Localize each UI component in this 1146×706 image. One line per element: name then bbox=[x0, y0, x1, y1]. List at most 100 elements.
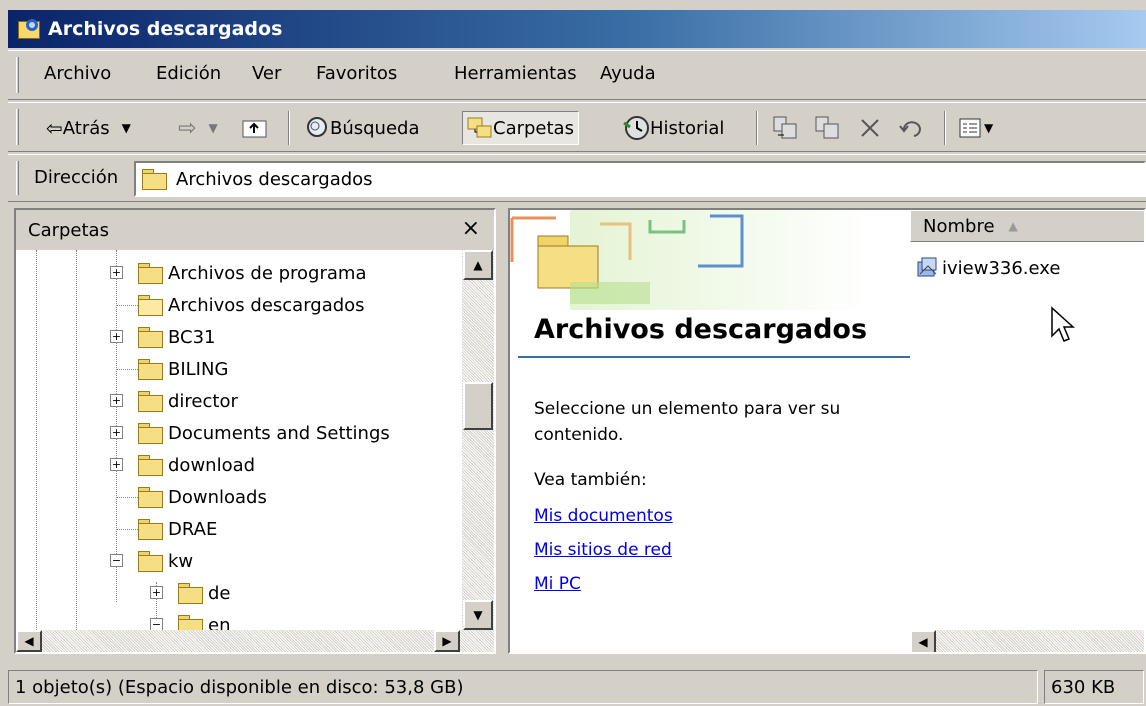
menu-ayuda[interactable]: Ayuda bbox=[600, 63, 656, 84]
tree-item[interactable]: + BC31 bbox=[108, 322, 216, 352]
up-folder-button[interactable] bbox=[242, 111, 268, 145]
forward-dropdown-icon[interactable]: ▼ bbox=[208, 121, 217, 135]
menu-grip[interactable] bbox=[16, 57, 19, 93]
expand-icon[interactable]: + bbox=[110, 458, 123, 471]
left-arrow-icon: ◀ bbox=[918, 635, 928, 649]
address-grip[interactable] bbox=[16, 161, 19, 195]
status-bar: 1 objeto(s) (Espacio disponible en disco… bbox=[8, 668, 1146, 706]
views-button[interactable]: ▼ bbox=[958, 111, 993, 145]
forward-button[interactable]: ⇨ ▼ bbox=[178, 111, 218, 145]
file-item[interactable]: iview336.exe bbox=[916, 256, 1060, 280]
tree-item[interactable]: − kw bbox=[108, 546, 193, 576]
toolbar-grip[interactable] bbox=[16, 109, 19, 145]
views-icon bbox=[959, 118, 981, 138]
tree-item[interactable]: DRAE bbox=[108, 514, 217, 544]
folder-icon bbox=[138, 263, 163, 284]
copy-to-icon bbox=[815, 116, 839, 139]
folder-icon bbox=[138, 455, 163, 476]
title-divider bbox=[518, 356, 910, 358]
file-list: Nombre ▲ iview336.exe ◀ bbox=[910, 210, 1144, 652]
history-button[interactable]: Historial bbox=[622, 111, 724, 145]
folder-icon bbox=[178, 583, 203, 604]
link-mis-sitios-de-red[interactable]: Mis sitios de red bbox=[534, 540, 672, 560]
mouse-cursor-icon bbox=[1051, 306, 1075, 342]
link-mis-documentos[interactable]: Mis documentos bbox=[534, 506, 673, 526]
tree-vertical-scrollbar[interactable]: ▲ ▼ bbox=[462, 250, 494, 630]
content-pane: Archivos descargados Seleccione un eleme… bbox=[508, 208, 1146, 654]
back-button[interactable]: ⇦ Atrás ▼ bbox=[46, 111, 131, 145]
tree-line bbox=[36, 250, 37, 630]
folder-icon bbox=[138, 391, 163, 412]
scroll-thumb[interactable] bbox=[463, 382, 493, 430]
folder-banner-graphic bbox=[510, 210, 870, 310]
up-arrow-icon: ▲ bbox=[473, 258, 483, 272]
toolbar-separator-3 bbox=[944, 111, 946, 145]
status-text: 1 objeto(s) (Espacio disponible en disco… bbox=[8, 670, 1038, 704]
scroll-down-button[interactable]: ▼ bbox=[463, 600, 493, 630]
address-input[interactable]: Archivos descargados bbox=[134, 161, 1146, 197]
link-mi-pc[interactable]: Mi PC bbox=[534, 574, 581, 594]
search-label: Búsqueda bbox=[330, 117, 420, 139]
file-list-horizontal-scrollbar[interactable]: ◀ bbox=[910, 630, 1144, 652]
column-header-nombre[interactable]: Nombre ▲ bbox=[910, 210, 1144, 242]
title-bar[interactable]: Archivos descargados bbox=[8, 10, 1146, 48]
scroll-right-button[interactable]: ▶ bbox=[434, 630, 460, 652]
folders-pane: Carpetas × + Archivos de programa Archiv… bbox=[14, 208, 496, 654]
expand-icon[interactable]: + bbox=[110, 394, 123, 407]
expand-icon[interactable]: + bbox=[110, 330, 123, 343]
folder-icon bbox=[142, 169, 167, 190]
folder-tree: + Archivos de programa Archivos descarga… bbox=[16, 250, 462, 630]
close-icon[interactable]: × bbox=[462, 216, 480, 241]
expand-icon[interactable]: + bbox=[150, 586, 163, 599]
menu-bar: Archivo Edición Ver Favoritos Herramient… bbox=[8, 50, 1146, 100]
search-icon bbox=[307, 117, 327, 137]
tree-item[interactable]: − en bbox=[148, 610, 230, 630]
tree-item[interactable]: + Archivos de programa bbox=[108, 258, 366, 288]
sort-ascending-icon: ▲ bbox=[1008, 219, 1018, 233]
move-to-button[interactable] bbox=[772, 111, 798, 145]
toolbar-separator bbox=[288, 111, 290, 145]
left-arrow-icon: ◀ bbox=[24, 634, 34, 648]
menu-archivo[interactable]: Archivo bbox=[44, 63, 111, 84]
tree-item[interactable]: + download bbox=[108, 450, 255, 480]
views-dropdown-icon[interactable]: ▼ bbox=[984, 121, 993, 135]
tree-item[interactable]: Downloads bbox=[108, 482, 267, 512]
open-folder-icon bbox=[138, 295, 163, 316]
menu-favoritos[interactable]: Favoritos bbox=[316, 63, 397, 84]
folders-pane-title: Carpetas bbox=[28, 220, 109, 241]
toolbar-separator-2 bbox=[756, 111, 758, 145]
menu-ver[interactable]: Ver bbox=[252, 63, 281, 84]
tree-item-selected[interactable]: Archivos descargados bbox=[108, 290, 365, 320]
menu-edicion[interactable]: Edición bbox=[156, 63, 221, 84]
address-value[interactable]: Archivos descargados bbox=[176, 169, 373, 190]
collapse-icon[interactable]: − bbox=[110, 554, 123, 567]
tree-item[interactable]: + director bbox=[108, 386, 238, 416]
move-to-icon bbox=[773, 116, 797, 139]
folders-icon bbox=[467, 117, 492, 138]
scroll-left-button[interactable]: ◀ bbox=[16, 630, 42, 652]
folders-button[interactable]: Carpetas bbox=[462, 111, 579, 145]
collapse-icon[interactable]: − bbox=[150, 618, 163, 630]
folder-icon bbox=[138, 359, 163, 380]
copy-to-button[interactable] bbox=[814, 111, 840, 145]
undo-button[interactable] bbox=[898, 111, 924, 145]
delete-button[interactable] bbox=[858, 111, 882, 145]
expand-icon[interactable]: + bbox=[110, 266, 123, 279]
window-title: Archivos descargados bbox=[48, 18, 283, 40]
tree-horizontal-scrollbar[interactable]: ◀ ▶ bbox=[16, 630, 494, 652]
scroll-left-button[interactable]: ◀ bbox=[910, 630, 936, 652]
folders-label: Carpetas bbox=[493, 117, 574, 139]
folder-icon bbox=[138, 487, 163, 508]
tree-item[interactable]: + de bbox=[148, 578, 231, 608]
tree-item[interactable]: BILING bbox=[108, 354, 228, 384]
delete-icon bbox=[861, 119, 879, 137]
menu-herramientas[interactable]: Herramientas bbox=[454, 63, 577, 84]
back-dropdown-icon[interactable]: ▼ bbox=[122, 121, 131, 135]
back-label: Atrás bbox=[62, 117, 110, 139]
explorer-icon bbox=[18, 17, 42, 41]
address-label: Dirección bbox=[34, 167, 119, 188]
search-button[interactable]: Búsqueda bbox=[304, 111, 420, 145]
expand-icon[interactable]: + bbox=[110, 426, 123, 439]
scroll-up-button[interactable]: ▲ bbox=[463, 250, 493, 280]
tree-item[interactable]: + Documents and Settings bbox=[108, 418, 390, 448]
